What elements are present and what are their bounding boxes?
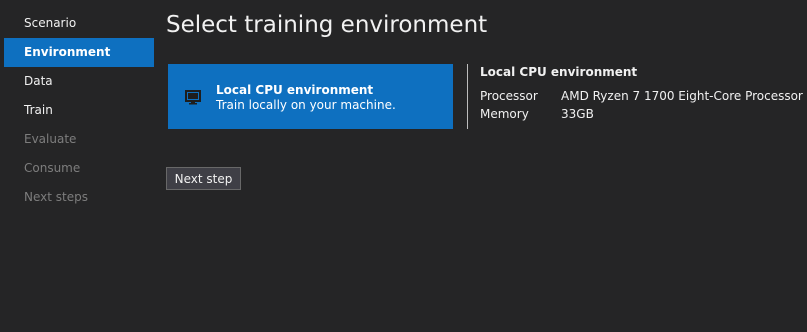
- nav-item-environment[interactable]: Environment: [4, 38, 154, 67]
- nav-item-train[interactable]: Train: [4, 96, 154, 125]
- details-divider: [467, 64, 468, 129]
- nav-item-consume: Consume: [24, 161, 81, 175]
- memory-value: 33GB: [561, 107, 594, 121]
- sidebar-nav: Scenario Environment Data Train Evaluate…: [4, 9, 154, 212]
- environment-details: Local CPU environment Processor AMD Ryze…: [480, 65, 803, 121]
- environment-name: Local CPU environment: [216, 83, 374, 97]
- nav-item-evaluate: Evaluate: [24, 132, 77, 146]
- page-title: Select training environment: [166, 12, 488, 38]
- local-cpu-environment-card[interactable]: Local CPU environment Train locally on y…: [168, 64, 453, 129]
- nav-item-scenario[interactable]: Scenario: [4, 9, 154, 38]
- processor-label: Processor: [480, 89, 538, 103]
- environment-description: Train locally on your machine.: [216, 98, 396, 112]
- next-step-button[interactable]: Next step: [166, 167, 241, 190]
- details-title: Local CPU environment: [480, 65, 638, 79]
- memory-label: Memory: [480, 107, 529, 121]
- nav-item-next-steps: Next steps: [24, 190, 88, 204]
- processor-value: AMD Ryzen 7 1700 Eight-Core Processor: [561, 89, 803, 103]
- monitor-icon: [184, 88, 202, 106]
- nav-item-data[interactable]: Data: [4, 67, 154, 96]
